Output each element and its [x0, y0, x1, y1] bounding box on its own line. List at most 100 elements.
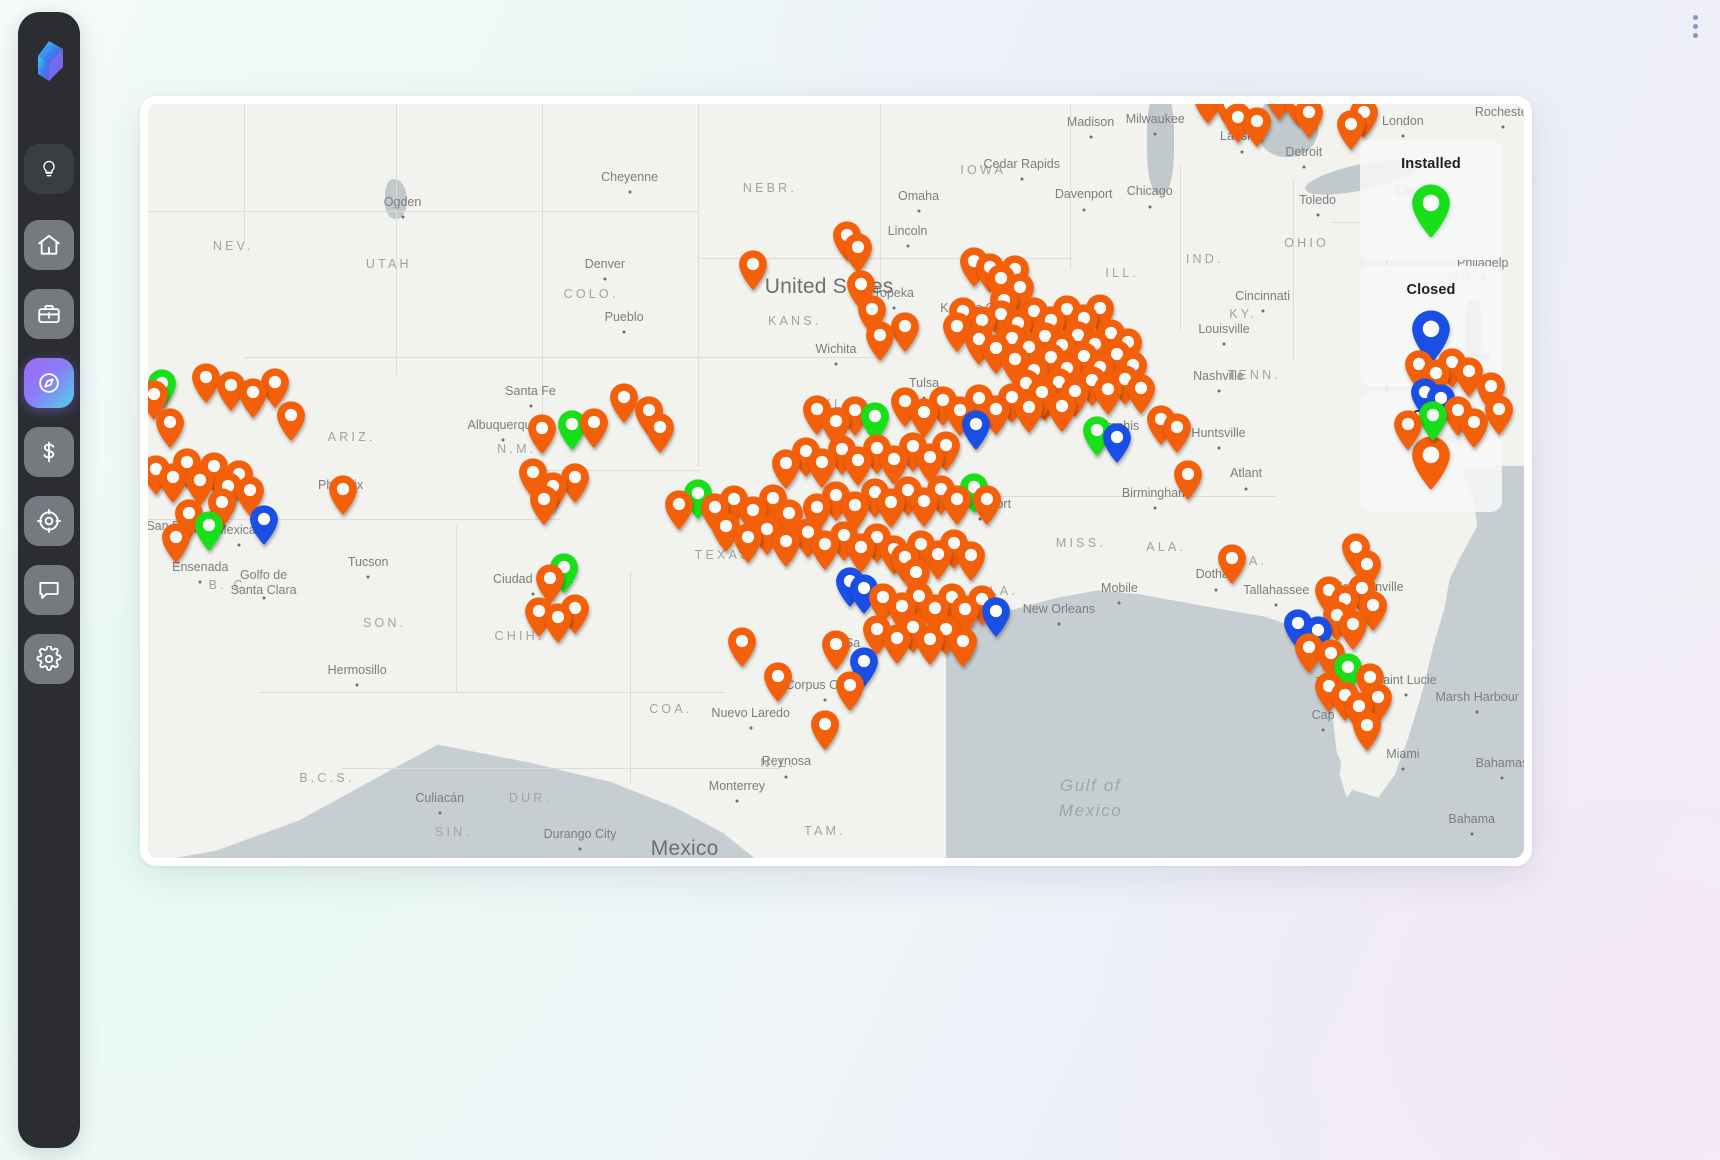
- map-pin-open[interactable]: [527, 484, 561, 526]
- brand-logo[interactable]: [29, 38, 69, 84]
- chat-icon: [36, 577, 62, 603]
- home-icon: [36, 232, 62, 258]
- map-pin-open[interactable]: [946, 626, 980, 668]
- map-pin-open[interactable]: [1091, 374, 1125, 416]
- state-border: [698, 357, 883, 359]
- dollar-icon: [36, 439, 62, 465]
- briefcase-icon: [36, 301, 62, 327]
- map-pin-open[interactable]: [1215, 543, 1249, 585]
- map-city-dot: [578, 847, 582, 851]
- map-city-dot: [1316, 213, 1320, 217]
- map-pin-open[interactable]: [725, 626, 759, 668]
- map-pin-open[interactable]: [274, 400, 308, 442]
- map-pin-installed[interactable]: [192, 510, 226, 552]
- map-card: United States Mexico Gulf of Mexico NEV. UTA…: [140, 96, 1532, 866]
- state-border: [456, 526, 458, 693]
- map-pin-open[interactable]: [1045, 391, 1079, 433]
- map-pin-open[interactable]: [326, 474, 360, 516]
- map-pin-closed[interactable]: [247, 504, 281, 546]
- map-city-dot: [1020, 177, 1024, 181]
- map-pin-open[interactable]: [1350, 710, 1384, 752]
- lake-michigan: [1146, 104, 1175, 195]
- sidebar-item-home[interactable]: [24, 220, 74, 270]
- map-pin-open[interactable]: [761, 661, 795, 703]
- lightbulb-icon: [39, 159, 59, 179]
- map-pin-closed[interactable]: [1100, 422, 1134, 464]
- map-city-dot: [749, 726, 753, 730]
- map-pin-open[interactable]: [1240, 106, 1274, 148]
- map-city-dot: [1153, 506, 1157, 510]
- sidebar-item-portfolio[interactable]: [24, 289, 74, 339]
- map-pin-open[interactable]: [907, 486, 941, 528]
- map-pin-open[interactable]: [1012, 392, 1046, 434]
- state-border: [258, 692, 726, 694]
- compass-icon: [36, 370, 62, 396]
- map-pin-open[interactable]: [833, 670, 867, 712]
- sidebar-item-settings[interactable]: [24, 634, 74, 684]
- sidebar-item-targets[interactable]: [24, 496, 74, 546]
- map-viewport[interactable]: United States Mexico Gulf of Mexico NEV. UTA…: [148, 104, 1524, 858]
- map-pin-open[interactable]: [913, 624, 947, 666]
- map-city-dot: [1222, 342, 1226, 346]
- sidebar-item-finance[interactable]: [24, 427, 74, 477]
- map-pin-open[interactable]: [736, 249, 770, 291]
- map-city-dot: [834, 362, 838, 366]
- map-city-dot: [1404, 693, 1408, 697]
- sidebar-item-insights[interactable]: [24, 144, 74, 194]
- map-pin-open[interactable]: [1292, 104, 1326, 139]
- map-city-dot: [262, 596, 266, 600]
- map-pin-closed[interactable]: [959, 409, 993, 451]
- map-pin-open[interactable]: [525, 413, 559, 455]
- map-city-dot: [628, 190, 632, 194]
- gear-icon: [36, 646, 62, 672]
- sidebar-nav: [24, 144, 74, 703]
- map-pin-open[interactable]: [541, 602, 575, 644]
- map-pin-open[interactable]: [1457, 407, 1491, 449]
- more-options-icon[interactable]: [1682, 6, 1708, 46]
- map-city-dot: [1217, 389, 1221, 393]
- map-city-dot: [1240, 150, 1244, 153]
- legend-card-installed[interactable]: Installed: [1360, 140, 1502, 260]
- map-pin-open[interactable]: [1391, 409, 1425, 451]
- kebab-dot: [1692, 14, 1698, 20]
- map-city-dot: [1500, 776, 1504, 780]
- map-city-dot: [622, 330, 626, 334]
- state-border: [148, 211, 699, 213]
- sidebar-item-explore[interactable]: [24, 358, 74, 408]
- map-pin-open[interactable]: [880, 623, 914, 665]
- map-city-dot: [438, 811, 442, 815]
- map-city-dot: [355, 683, 359, 687]
- map-pin-open[interactable]: [769, 526, 803, 568]
- map-pin-open[interactable]: [577, 407, 611, 449]
- map-pin-open[interactable]: [808, 709, 842, 751]
- map-city-dot: [1057, 622, 1061, 626]
- map-city-dot: [917, 209, 921, 213]
- map-city-dot: [198, 580, 202, 584]
- state-border: [1069, 104, 1071, 270]
- map-pin-open[interactable]: [159, 522, 193, 564]
- state-border: [698, 104, 700, 466]
- map-city-dot: [1089, 135, 1093, 139]
- map-pin-open[interactable]: [1160, 412, 1194, 454]
- map-pin-open[interactable]: [662, 489, 696, 531]
- map-city-dot: [529, 404, 533, 408]
- state-border: [244, 357, 396, 359]
- sidebar-item-messages[interactable]: [24, 565, 74, 615]
- map-pin-open[interactable]: [236, 377, 270, 419]
- map-pin-open[interactable]: [863, 320, 897, 362]
- map-city-dot: [366, 575, 370, 579]
- map-pin-closed[interactable]: [979, 596, 1013, 638]
- map-city-dot: [1401, 134, 1405, 138]
- map-pin-open[interactable]: [153, 407, 187, 449]
- map-pin-open[interactable]: [731, 522, 765, 564]
- map-pin-open[interactable]: [954, 540, 988, 582]
- map-city-dot: [1244, 487, 1248, 491]
- map-city-dot: [906, 244, 910, 248]
- map-pin-open[interactable]: [1171, 459, 1205, 501]
- map-pin-open[interactable]: [940, 484, 974, 526]
- map-city-dot: [1274, 603, 1278, 607]
- map-pin-open[interactable]: [970, 484, 1004, 526]
- map-city-dot: [603, 277, 607, 281]
- map-city-dot: [1217, 446, 1221, 450]
- map-pin-open[interactable]: [643, 412, 677, 454]
